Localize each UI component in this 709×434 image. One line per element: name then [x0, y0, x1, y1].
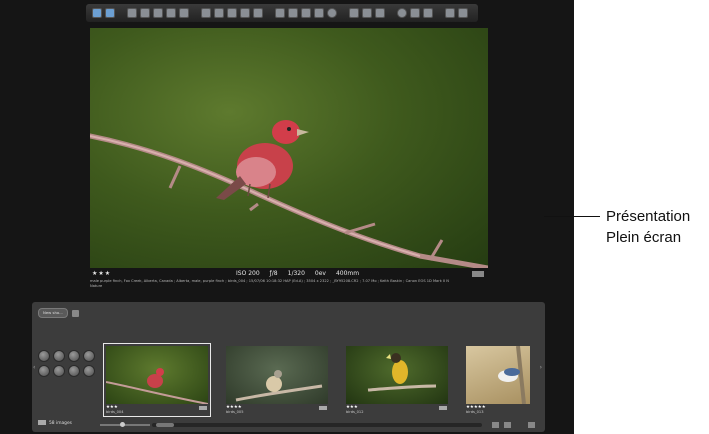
rate-down-button[interactable]	[53, 365, 65, 377]
lift-stamp-icon[interactable]	[240, 8, 250, 18]
callout-line	[544, 216, 600, 217]
thumbnail-size-slider[interactable]	[100, 422, 150, 427]
photo-rating: ★★★	[92, 270, 112, 277]
thumbnail-name: birds_012	[346, 410, 364, 414]
red-eye-icon[interactable]	[301, 8, 311, 18]
camera-icon	[38, 420, 46, 425]
exposure-value: 0ev	[314, 270, 326, 277]
brush-icon[interactable]	[314, 8, 324, 18]
filmstrip-header: New sho...	[38, 308, 79, 318]
rotate-left-button[interactable]	[38, 350, 50, 362]
badge-icon	[319, 406, 327, 410]
filter-search-field[interactable]: New sho...	[38, 308, 68, 318]
crop-icon[interactable]	[288, 8, 298, 18]
display-mode-icon[interactable]	[362, 8, 372, 18]
list-view-icon[interactable]	[504, 422, 511, 428]
thumbnail-image	[235, 370, 323, 402]
thumbnail-name: birds_013	[466, 410, 484, 414]
thumbnail-image	[367, 353, 437, 392]
rotate-right-icon[interactable]	[227, 8, 237, 18]
loupe-icon[interactable]	[349, 8, 359, 18]
thumbnail-name: birds_004	[106, 410, 124, 414]
photo-info-bar: ★★★ ISO 200 ƒ/8 1/320 0ev 400mm	[90, 269, 488, 279]
image-count: 58 images	[38, 420, 72, 426]
thumbnail-image	[106, 368, 208, 404]
flag-button[interactable]	[68, 350, 80, 362]
thumbnail-birds-012[interactable]: ★★★ birds_012	[344, 344, 450, 416]
callout-line-2: Plein écran	[606, 229, 682, 246]
caption-line-1: male purple finch, Fox Creek, Alberta, C…	[90, 279, 449, 283]
scroll-right-icon[interactable]: ›	[540, 364, 542, 371]
rate-up-button[interactable]	[68, 365, 80, 377]
aperture-value: ƒ/8	[269, 270, 278, 277]
badge-icon	[439, 406, 447, 410]
thumbnail-birds-013[interactable]: ★★★★★ birds_013	[464, 344, 532, 416]
lock-icon[interactable]	[458, 8, 468, 18]
iso-value: ISO 200	[236, 270, 260, 277]
badge-icon	[199, 406, 207, 410]
hud-icon[interactable]	[397, 8, 407, 18]
callout-label: Présentation Plein écran	[606, 206, 690, 248]
top-toolbar	[86, 4, 478, 22]
stamp-icon[interactable]	[253, 8, 263, 18]
reject-button[interactable]	[38, 365, 50, 377]
badge-icon	[472, 271, 484, 277]
book-icon[interactable]	[140, 8, 150, 18]
exif-info: ISO 200 ƒ/8 1/320 0ev 400mm	[236, 269, 359, 279]
rotate-right-button[interactable]	[53, 350, 65, 362]
shutter-value: 1/320	[287, 270, 305, 277]
exit-fullscreen-icon[interactable]	[445, 8, 455, 18]
viewer-mode-icon[interactable]	[105, 8, 115, 18]
filter-options-icon[interactable]	[71, 309, 79, 317]
photo-caption: male purple finch, Fox Creek, Alberta, C…	[90, 279, 488, 289]
callout-line-1: Présentation	[606, 208, 691, 225]
select-button[interactable]	[83, 365, 95, 377]
info-icon[interactable]	[423, 8, 433, 18]
browser-mode-icon[interactable]	[92, 8, 102, 18]
eye-button[interactable]	[83, 350, 95, 362]
focal-value: 400mm	[335, 270, 360, 277]
scroll-left-icon[interactable]: ‹	[33, 364, 35, 371]
straighten-icon[interactable]	[275, 8, 285, 18]
metadata-icon[interactable]	[410, 8, 420, 18]
webpage-icon[interactable]	[153, 8, 163, 18]
secondary-viewer-icon[interactable]	[375, 8, 385, 18]
caption-line-2: Nature	[90, 284, 103, 288]
projects-icon[interactable]	[127, 8, 137, 18]
scrollbar-thumb[interactable]	[156, 423, 174, 427]
main-photo	[90, 28, 488, 268]
light-table-icon[interactable]	[179, 8, 189, 18]
rotate-left-icon[interactable]	[214, 8, 224, 18]
tool-buttons	[38, 350, 95, 377]
grid-view-icon[interactable]	[492, 422, 499, 428]
color-picker-icon[interactable]	[327, 8, 337, 18]
full-screen-view: ★★★ ISO 200 ƒ/8 1/320 0ev 400mm male pur…	[0, 0, 574, 434]
filmstrip-scrollbar[interactable]	[152, 423, 482, 427]
select-tool-icon[interactable]	[201, 8, 211, 18]
thumbnail-birds-004[interactable]: ★★★ birds_004	[103, 343, 211, 417]
thumbnail-image	[498, 346, 526, 404]
finch-on-branch-illustration	[90, 120, 488, 268]
thumbnail-birds-005[interactable]: ★★★★ birds_005	[224, 344, 330, 416]
slider-knob[interactable]	[120, 422, 125, 427]
image-count-label: 58 images	[49, 421, 72, 426]
thumbnail-name: birds_005	[226, 410, 244, 414]
viewer-icon[interactable]	[528, 422, 535, 428]
filmstrip-panel: New sho... 58 images ‹ ★★★ birds_004 ★★★…	[32, 302, 545, 432]
journal-icon[interactable]	[166, 8, 176, 18]
